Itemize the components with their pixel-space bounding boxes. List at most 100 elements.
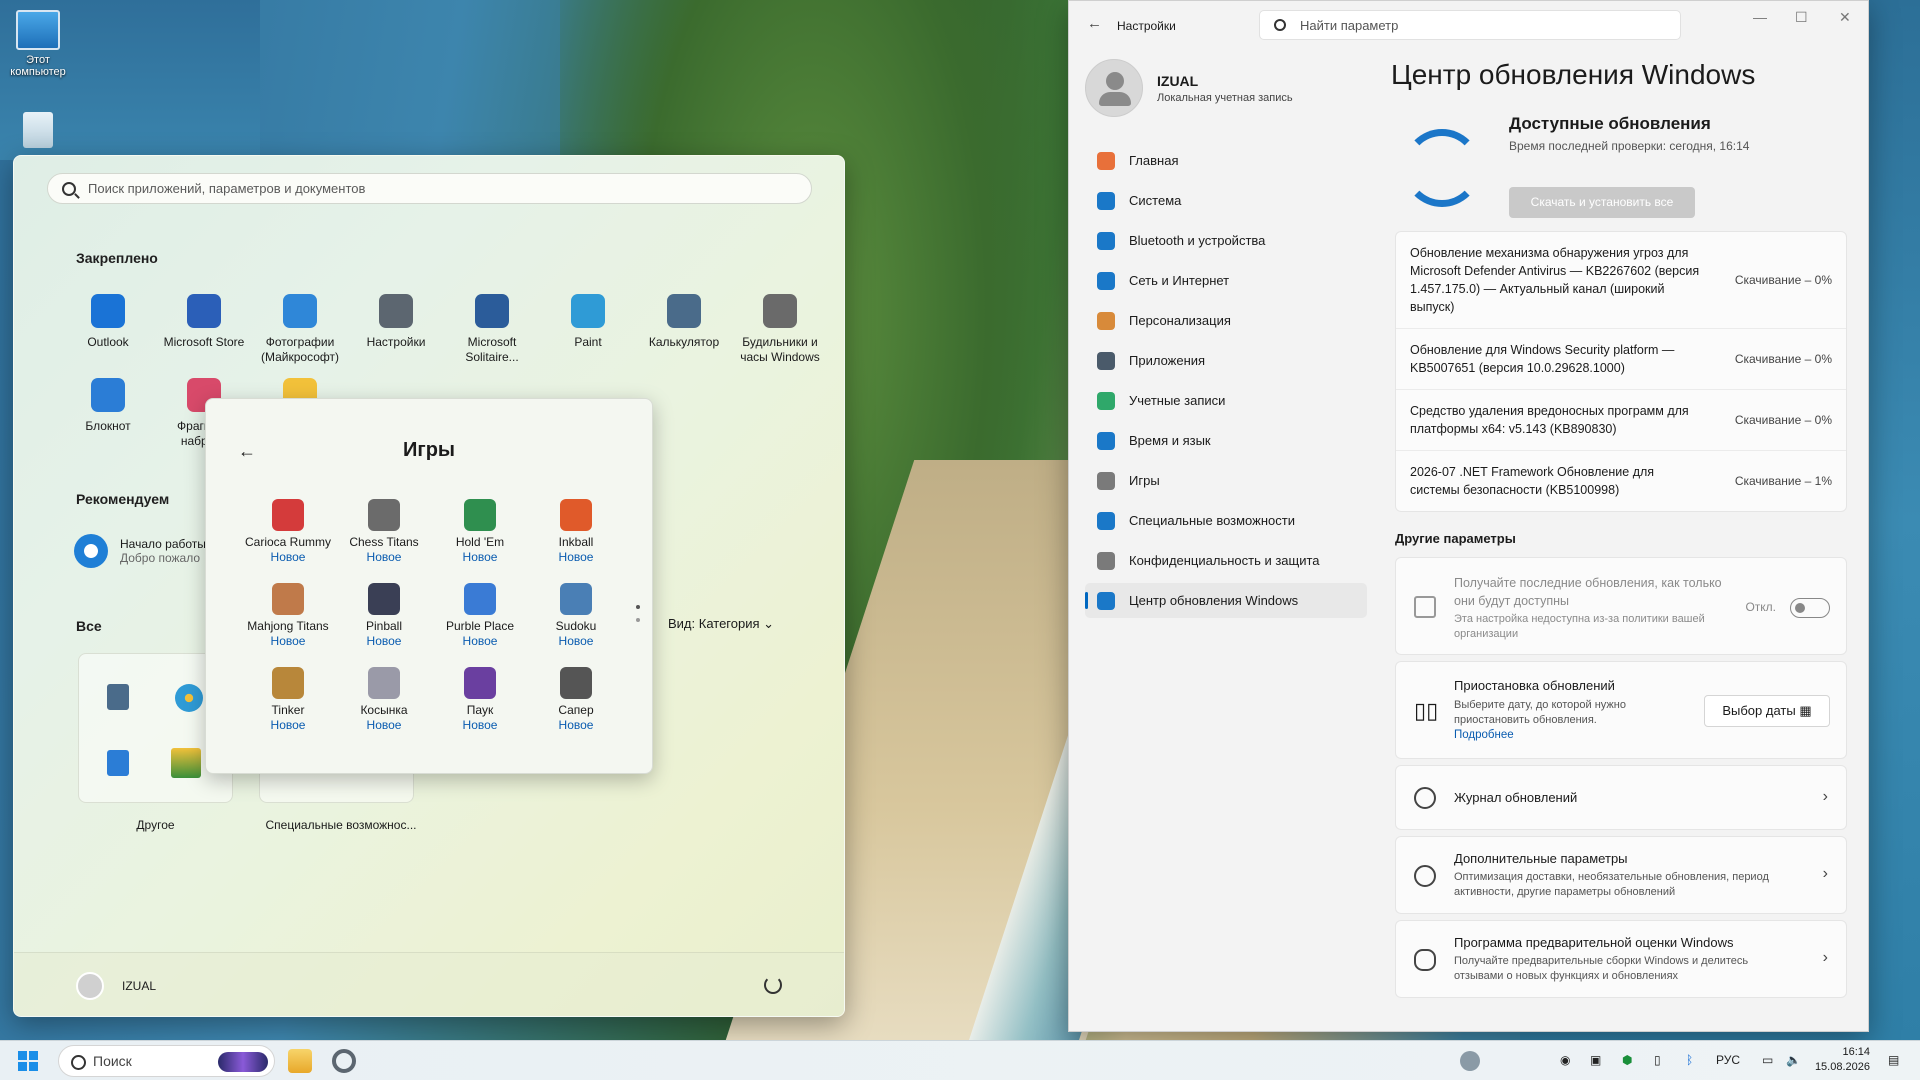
pinned-app[interactable]: Paint: [542, 294, 634, 350]
nav-item[interactable]: Учетные записи: [1085, 383, 1367, 418]
nav-item[interactable]: Bluetooth и устройства: [1085, 223, 1367, 258]
install-all-button[interactable]: Скачать и установить все: [1509, 187, 1695, 218]
game-item[interactable]: Purble Place Новое: [434, 583, 526, 649]
game-item[interactable]: Chess Titans Новое: [338, 499, 430, 565]
calendar-icon: ▦: [1799, 703, 1812, 718]
outlook-icon: [91, 294, 125, 328]
profile-card[interactable]: IZUAL Локальная учетная запись: [1085, 59, 1293, 117]
pinned-app-label: Калькулятор: [648, 335, 720, 349]
recommended-item[interactable]: Начало работы Добро пожало: [74, 534, 206, 568]
pinned-app[interactable]: Блокнот: [62, 378, 154, 434]
history-icon: [1414, 787, 1436, 809]
chevron-right-icon: ›: [1822, 949, 1828, 966]
clock[interactable]: 16:14 15.08.2026: [1815, 1045, 1870, 1075]
bluetooth-icon[interactable]: ᛒ: [1686, 1053, 1693, 1067]
game-label: Косынка: [360, 703, 408, 717]
view-selector[interactable]: Вид: Категория ⌄: [668, 616, 774, 632]
game-item[interactable]: Tinker Новое: [242, 667, 334, 733]
nav-item[interactable]: Система: [1085, 183, 1367, 218]
desktop-icon-this-pc[interactable]: Этот компьютер: [0, 10, 76, 78]
game-item[interactable]: Косынка Новое: [338, 667, 430, 733]
nav-item[interactable]: Игры: [1085, 463, 1367, 498]
wifi-icon: [1097, 271, 1115, 290]
pinned-app[interactable]: Microsoft Store: [158, 294, 250, 350]
category-label-accessibility: Специальные возможнос...: [265, 818, 417, 832]
insider-desc: Получайте предварительные сборки Windows…: [1454, 955, 1749, 982]
category-label-other: Другое: [136, 818, 175, 832]
taskbar-search[interactable]: Поиск: [58, 1045, 275, 1077]
game-item[interactable]: Mahjong Titans Новое: [242, 583, 334, 649]
search-highlight-icon: [218, 1052, 268, 1072]
close-icon[interactable]: ✕: [1839, 9, 1851, 26]
nav-item[interactable]: Время и язык: [1085, 423, 1367, 458]
start-search-input[interactable]: Поиск приложений, параметров и документо…: [47, 173, 812, 204]
nav-item-label: Приложения: [1129, 353, 1206, 368]
desktop-icon-recycle-bin[interactable]: [0, 112, 76, 152]
game-item[interactable]: Сапер Новое: [530, 667, 622, 733]
nav-item[interactable]: Конфиденциальность и защита: [1085, 543, 1367, 578]
desktop-icon-label: Этот компьютер: [10, 54, 66, 78]
pinned-app[interactable]: Калькулятор: [638, 294, 730, 350]
volume-icon[interactable]: 🔈: [1786, 1053, 1801, 1067]
updates-list: Обновление механизма обнаружения угроз д…: [1395, 231, 1847, 512]
monitor-icon[interactable]: ▣: [1590, 1053, 1601, 1067]
pinned-app[interactable]: Настройки: [350, 294, 442, 350]
game-new-badge: Новое: [558, 550, 594, 564]
clock-icon: [763, 294, 797, 328]
game-item[interactable]: Sudoku Новое: [530, 583, 622, 649]
all-apps-title: Все: [76, 618, 102, 634]
game-item[interactable]: Hold 'Em Новое: [434, 499, 526, 565]
update-history-card[interactable]: Журнал обновлений ›: [1395, 765, 1847, 830]
paint-icon: [175, 684, 203, 712]
nav-item[interactable]: Специальные возможности: [1085, 503, 1367, 538]
avatar[interactable]: [76, 972, 104, 1000]
network-icon[interactable]: ◉: [1560, 1053, 1570, 1067]
file-explorer-icon[interactable]: [288, 1049, 312, 1073]
nav-item-label: Конфиденциальность и защита: [1129, 553, 1320, 568]
security-icon[interactable]: ⬢: [1622, 1053, 1632, 1067]
game-item[interactable]: Pinball Новое: [338, 583, 430, 649]
notification-icon[interactable]: ▤: [1888, 1053, 1899, 1067]
home-icon: [1097, 151, 1115, 170]
pinned-app-label: Настройки: [366, 335, 426, 349]
game-item[interactable]: Inkball Новое: [530, 499, 622, 565]
power-icon[interactable]: [764, 976, 782, 994]
windows-start-icon[interactable]: [18, 1051, 38, 1071]
maximize-icon[interactable]: ☐: [1795, 9, 1808, 26]
pinned-app[interactable]: Outlook: [62, 294, 154, 350]
game-new-badge: Новое: [558, 634, 594, 648]
insider-title: Программа предварительной оценки Windows: [1454, 935, 1734, 950]
pause-desc: Выберите дату, до которой нужно приостан…: [1454, 699, 1626, 726]
pinned-app[interactable]: Будильники и часы Windows: [734, 294, 826, 365]
page-dots[interactable]: [636, 604, 640, 624]
settings-search-input[interactable]: Найти параметр: [1259, 10, 1681, 40]
nav-item[interactable]: Главная: [1085, 143, 1367, 178]
mahjong-icon: [272, 583, 304, 615]
pinned-app[interactable]: Microsoft Solitaire...: [446, 294, 538, 365]
display-icon[interactable]: ▭: [1762, 1053, 1773, 1067]
game-new-badge: Новое: [366, 718, 402, 732]
game-item[interactable]: Carioca Rummy Новое: [242, 499, 334, 565]
insider-program-card[interactable]: Программа предварительной оценки Windows…: [1395, 920, 1847, 998]
pause-more-link[interactable]: Подробнее: [1454, 728, 1514, 743]
start-user-name[interactable]: IZUAL: [122, 979, 156, 993]
weather-icon[interactable]: [1460, 1051, 1480, 1071]
other-options-title: Другие параметры: [1395, 531, 1516, 546]
latest-updates-toggle[interactable]: [1790, 598, 1830, 618]
back-arrow-icon[interactable]: ←: [1087, 15, 1102, 32]
game-item[interactable]: Паук Новое: [434, 667, 526, 733]
nav-item[interactable]: Персонализация: [1085, 303, 1367, 338]
usb-icon[interactable]: ▯: [1654, 1053, 1661, 1067]
recommended-item-subtitle: Добро пожало: [120, 551, 201, 565]
settings-taskbar-icon[interactable]: [332, 1049, 356, 1073]
nav-item[interactable]: Сеть и Интернет: [1085, 263, 1367, 298]
minimize-icon[interactable]: —: [1753, 9, 1767, 25]
game-label: Tinker: [271, 703, 305, 717]
nav-item[interactable]: Центр обновления Windows: [1085, 583, 1367, 618]
nav-item[interactable]: Приложения: [1085, 343, 1367, 378]
pick-date-button[interactable]: Выбор даты ▦: [1704, 695, 1830, 727]
game-new-badge: Новое: [462, 550, 498, 564]
language-indicator[interactable]: РУС: [1716, 1053, 1740, 1067]
pinned-app[interactable]: Фотографии (Майкрософт): [254, 294, 346, 365]
advanced-options-card[interactable]: Дополнительные параметры Оптимизация дос…: [1395, 836, 1847, 914]
